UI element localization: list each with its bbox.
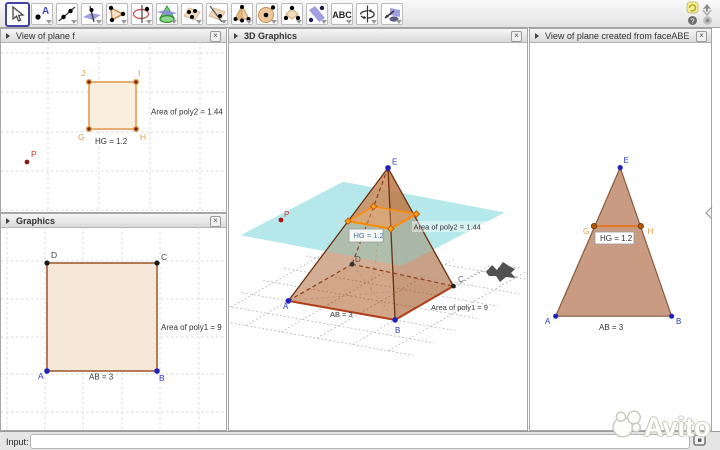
- svg-text:D: D: [355, 255, 361, 264]
- svg-text:P: P: [284, 210, 289, 219]
- svg-text:A: A: [545, 317, 551, 326]
- svg-text:Area of poly1 = 9: Area of poly1 = 9: [431, 303, 488, 312]
- svg-text:Avito: Avito: [644, 412, 711, 442]
- svg-text:AB = 3: AB = 3: [330, 310, 353, 319]
- svg-text:B: B: [676, 317, 681, 326]
- svg-text:H: H: [140, 132, 146, 142]
- svg-text:B: B: [395, 326, 400, 335]
- svg-text:?: ?: [690, 17, 694, 26]
- svg-text:B: B: [159, 373, 165, 383]
- svg-text:G: G: [338, 219, 344, 228]
- svg-text:Area of poly1 = 9: Area of poly1 = 9: [161, 323, 222, 332]
- svg-text:C: C: [161, 252, 167, 262]
- svg-text:AB = 3: AB = 3: [89, 373, 114, 382]
- svg-text:G: G: [78, 132, 85, 142]
- svg-text:A: A: [42, 6, 49, 17]
- svg-text:I: I: [418, 202, 420, 211]
- svg-text:D: D: [51, 250, 57, 260]
- svg-text:G: G: [583, 227, 589, 236]
- svg-text:ABC: ABC: [332, 10, 352, 20]
- svg-text:HG = 1.2: HG = 1.2: [354, 231, 384, 240]
- svg-text:A: A: [283, 302, 289, 311]
- svg-text:P: P: [31, 149, 37, 159]
- svg-text:HG = 1.2: HG = 1.2: [95, 137, 128, 146]
- svg-text:I: I: [138, 68, 140, 78]
- svg-text:C: C: [458, 275, 464, 284]
- svg-text:HG = 1.2: HG = 1.2: [600, 234, 633, 243]
- svg-text:E: E: [624, 156, 629, 165]
- svg-text:E: E: [392, 158, 397, 167]
- svg-text:J: J: [81, 68, 85, 78]
- svg-text:Area of poly2 = 1.44: Area of poly2 = 1.44: [151, 108, 223, 117]
- svg-text:AB = 3: AB = 3: [599, 323, 624, 332]
- svg-text:Area of poly2 = 1.44: Area of poly2 = 1.44: [414, 223, 481, 232]
- svg-text:A: A: [38, 371, 44, 381]
- svg-text:H: H: [648, 227, 654, 236]
